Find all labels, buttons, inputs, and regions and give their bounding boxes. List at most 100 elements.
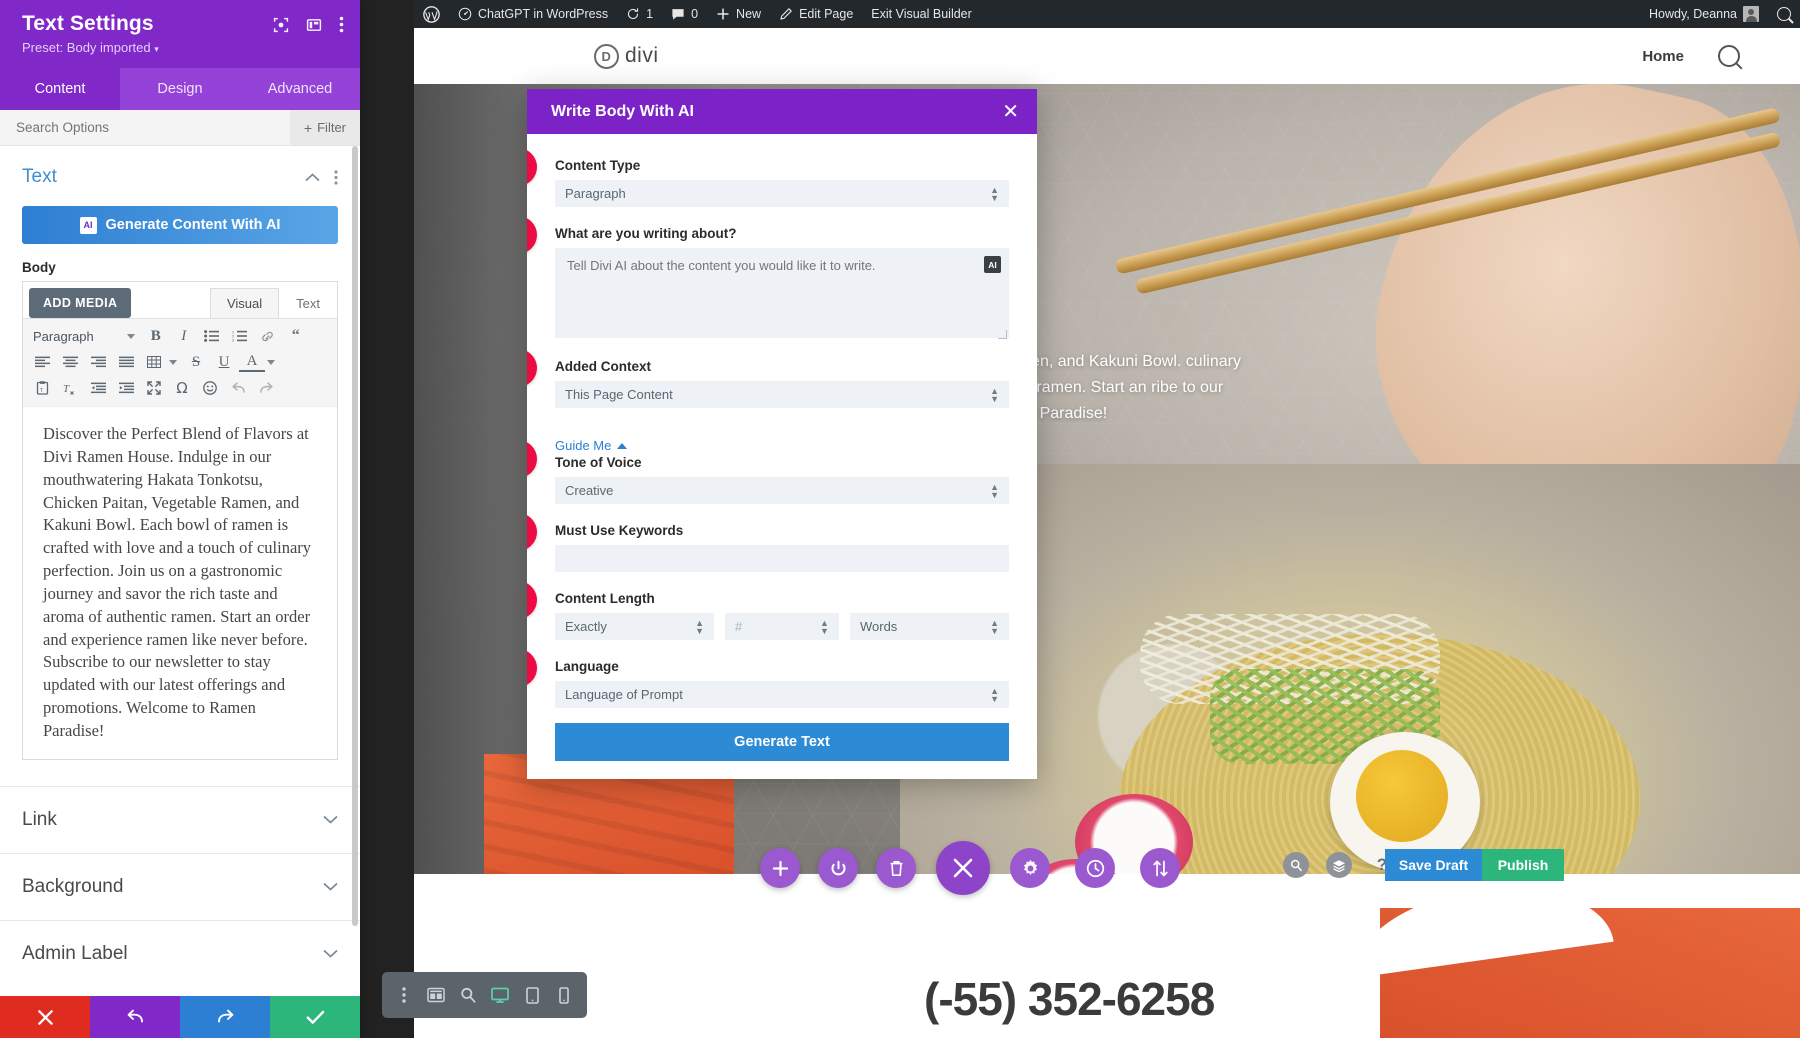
admin-bar-account[interactable]: Howdy, Deanna	[1640, 0, 1768, 28]
bulleted-list-icon[interactable]	[199, 324, 225, 348]
guide-me-label: Guide Me	[555, 438, 612, 453]
align-left-icon[interactable]	[29, 350, 55, 374]
wordpress-logo-icon[interactable]	[414, 0, 449, 28]
indent-icon[interactable]	[113, 376, 139, 400]
align-justify-icon[interactable]	[113, 350, 139, 374]
keywords-input[interactable]	[555, 545, 1009, 572]
chevron-down-icon[interactable]	[267, 359, 275, 365]
clear-formatting-icon[interactable]: T	[57, 376, 83, 400]
section-header-text: Text	[0, 146, 360, 196]
fullscreen-icon[interactable]	[141, 376, 167, 400]
select-content-type[interactable]: Paragraph ▲ ▼	[555, 180, 1009, 207]
accordion-admin-label[interactable]: Admin Label	[0, 919, 360, 987]
align-right-icon[interactable]	[85, 350, 111, 374]
save-draft-button[interactable]: Save Draft	[1385, 849, 1482, 881]
field-content-length: 6 Content Length Exactly ▲▼ # ▲▼ Words ▲…	[527, 581, 1009, 640]
vertical-dots-icon[interactable]	[339, 16, 344, 33]
power-button[interactable]	[818, 848, 858, 888]
layout-columns-icon[interactable]	[306, 17, 322, 33]
wireframe-icon[interactable]	[420, 979, 452, 1011]
undo-button[interactable]	[90, 996, 180, 1038]
admin-bar-search[interactable]	[1768, 0, 1800, 28]
length-amount-stepper[interactable]: # ▲ ▼	[725, 613, 839, 640]
tablet-icon[interactable]	[516, 979, 548, 1011]
outdent-icon[interactable]	[85, 376, 111, 400]
search-input[interactable]	[0, 120, 290, 135]
publish-button[interactable]: Publish	[1482, 849, 1564, 881]
desktop-icon[interactable]	[484, 979, 516, 1011]
select-length-mode[interactable]: Exactly ▲ ▼	[555, 613, 715, 640]
editor-tab-text[interactable]: Text	[279, 288, 337, 318]
numbered-list-icon[interactable]: 123	[227, 324, 253, 348]
undo-icon[interactable]	[225, 376, 251, 400]
select-added-context[interactable]: This Page Content ▲ ▼	[555, 381, 1009, 408]
bold-icon[interactable]: B	[143, 324, 169, 348]
redo-icon[interactable]	[253, 376, 279, 400]
tab-design[interactable]: Design	[120, 68, 240, 110]
vertical-dots-icon[interactable]	[334, 169, 338, 185]
search-button[interactable]	[1283, 852, 1309, 878]
trash-button[interactable]	[876, 848, 916, 888]
generate-text-button[interactable]: Generate Text	[555, 723, 1009, 761]
ai-badge-icon[interactable]: AI	[984, 256, 1001, 273]
underline-icon[interactable]: U	[211, 350, 237, 374]
admin-bar-item-exit-builder[interactable]: Exit Visual Builder	[862, 0, 981, 28]
textarea-resize-handle[interactable]	[998, 330, 1007, 339]
select-language[interactable]: Language of Prompt ▲ ▼	[555, 681, 1009, 708]
reorder-button[interactable]	[1140, 848, 1180, 888]
panel-scrollbar[interactable]	[352, 146, 358, 926]
search-icon[interactable]	[1718, 45, 1740, 67]
phone-icon[interactable]	[548, 979, 580, 1011]
close-icon[interactable]: ✕	[1002, 102, 1019, 122]
accordion-background[interactable]: Background	[0, 852, 360, 920]
admin-bar-item-edit-page[interactable]: Edit Page	[770, 0, 862, 28]
italic-icon[interactable]: I	[171, 324, 197, 348]
body-text-content[interactable]: Discover the Perfect Blend of Flavors at…	[23, 406, 337, 759]
discard-button[interactable]	[0, 996, 90, 1038]
zoom-icon[interactable]	[452, 979, 484, 1011]
chevron-down-icon[interactable]	[169, 359, 177, 365]
accordion-link[interactable]: Link	[0, 785, 360, 853]
link-icon[interactable]	[255, 324, 281, 348]
select-length-unit[interactable]: Words ▲ ▼	[849, 613, 1009, 640]
guide-me-toggle[interactable]: Guide Me	[555, 438, 1009, 453]
admin-bar-item-updates[interactable]: 1	[617, 0, 662, 28]
chevron-up-icon[interactable]	[305, 172, 320, 182]
redo-button[interactable]	[180, 996, 270, 1038]
label-content-length: Content Length	[555, 591, 655, 606]
prompt-textarea[interactable]	[555, 248, 1009, 338]
nav-item-home[interactable]: Home	[1642, 48, 1684, 65]
howdy-label: Howdy, Deanna	[1648, 7, 1737, 21]
tab-advanced[interactable]: Advanced	[240, 68, 360, 110]
filter-button[interactable]: + Filter	[289, 110, 360, 145]
paste-as-text-icon[interactable]: T	[29, 376, 55, 400]
add-button[interactable]	[760, 848, 800, 888]
select-tone-of-voice[interactable]: Creative ▲ ▼	[555, 477, 1009, 504]
generate-content-with-ai-button[interactable]: AI Generate Content With AI	[22, 206, 338, 244]
admin-bar-item-chatgpt[interactable]: ChatGPT in WordPress	[449, 0, 617, 28]
preset-label[interactable]: Preset: Body imported ▾	[22, 40, 344, 55]
add-media-button[interactable]: ADD MEDIA	[29, 288, 132, 318]
layers-button[interactable]	[1326, 852, 1352, 878]
divi-logo[interactable]: D divi	[594, 43, 659, 69]
emoji-icon[interactable]	[197, 376, 223, 400]
editor-tab-visual[interactable]: Visual	[209, 288, 280, 318]
align-center-icon[interactable]	[57, 350, 83, 374]
site-nav: Home	[1642, 45, 1740, 67]
strikethrough-icon[interactable]: S	[183, 350, 209, 374]
format-select[interactable]: Paragraph	[29, 329, 141, 344]
screen-capture-icon[interactable]	[273, 17, 289, 33]
tab-content[interactable]: Content	[0, 68, 120, 110]
admin-bar-item-new[interactable]: New	[707, 0, 770, 28]
admin-bar-item-comments[interactable]: 0	[662, 0, 707, 28]
panel-tabs: Content Design Advanced	[0, 68, 360, 110]
settings-button[interactable]	[1010, 848, 1050, 888]
special-character-icon[interactable]: Ω	[169, 376, 195, 400]
close-builder-button[interactable]	[936, 841, 990, 895]
text-color-icon[interactable]: A	[239, 353, 265, 372]
table-icon[interactable]	[141, 350, 167, 374]
save-button[interactable]	[270, 996, 360, 1038]
blockquote-icon[interactable]: “	[283, 324, 309, 348]
history-button[interactable]	[1075, 848, 1115, 888]
vertical-dots-icon[interactable]	[388, 979, 420, 1011]
